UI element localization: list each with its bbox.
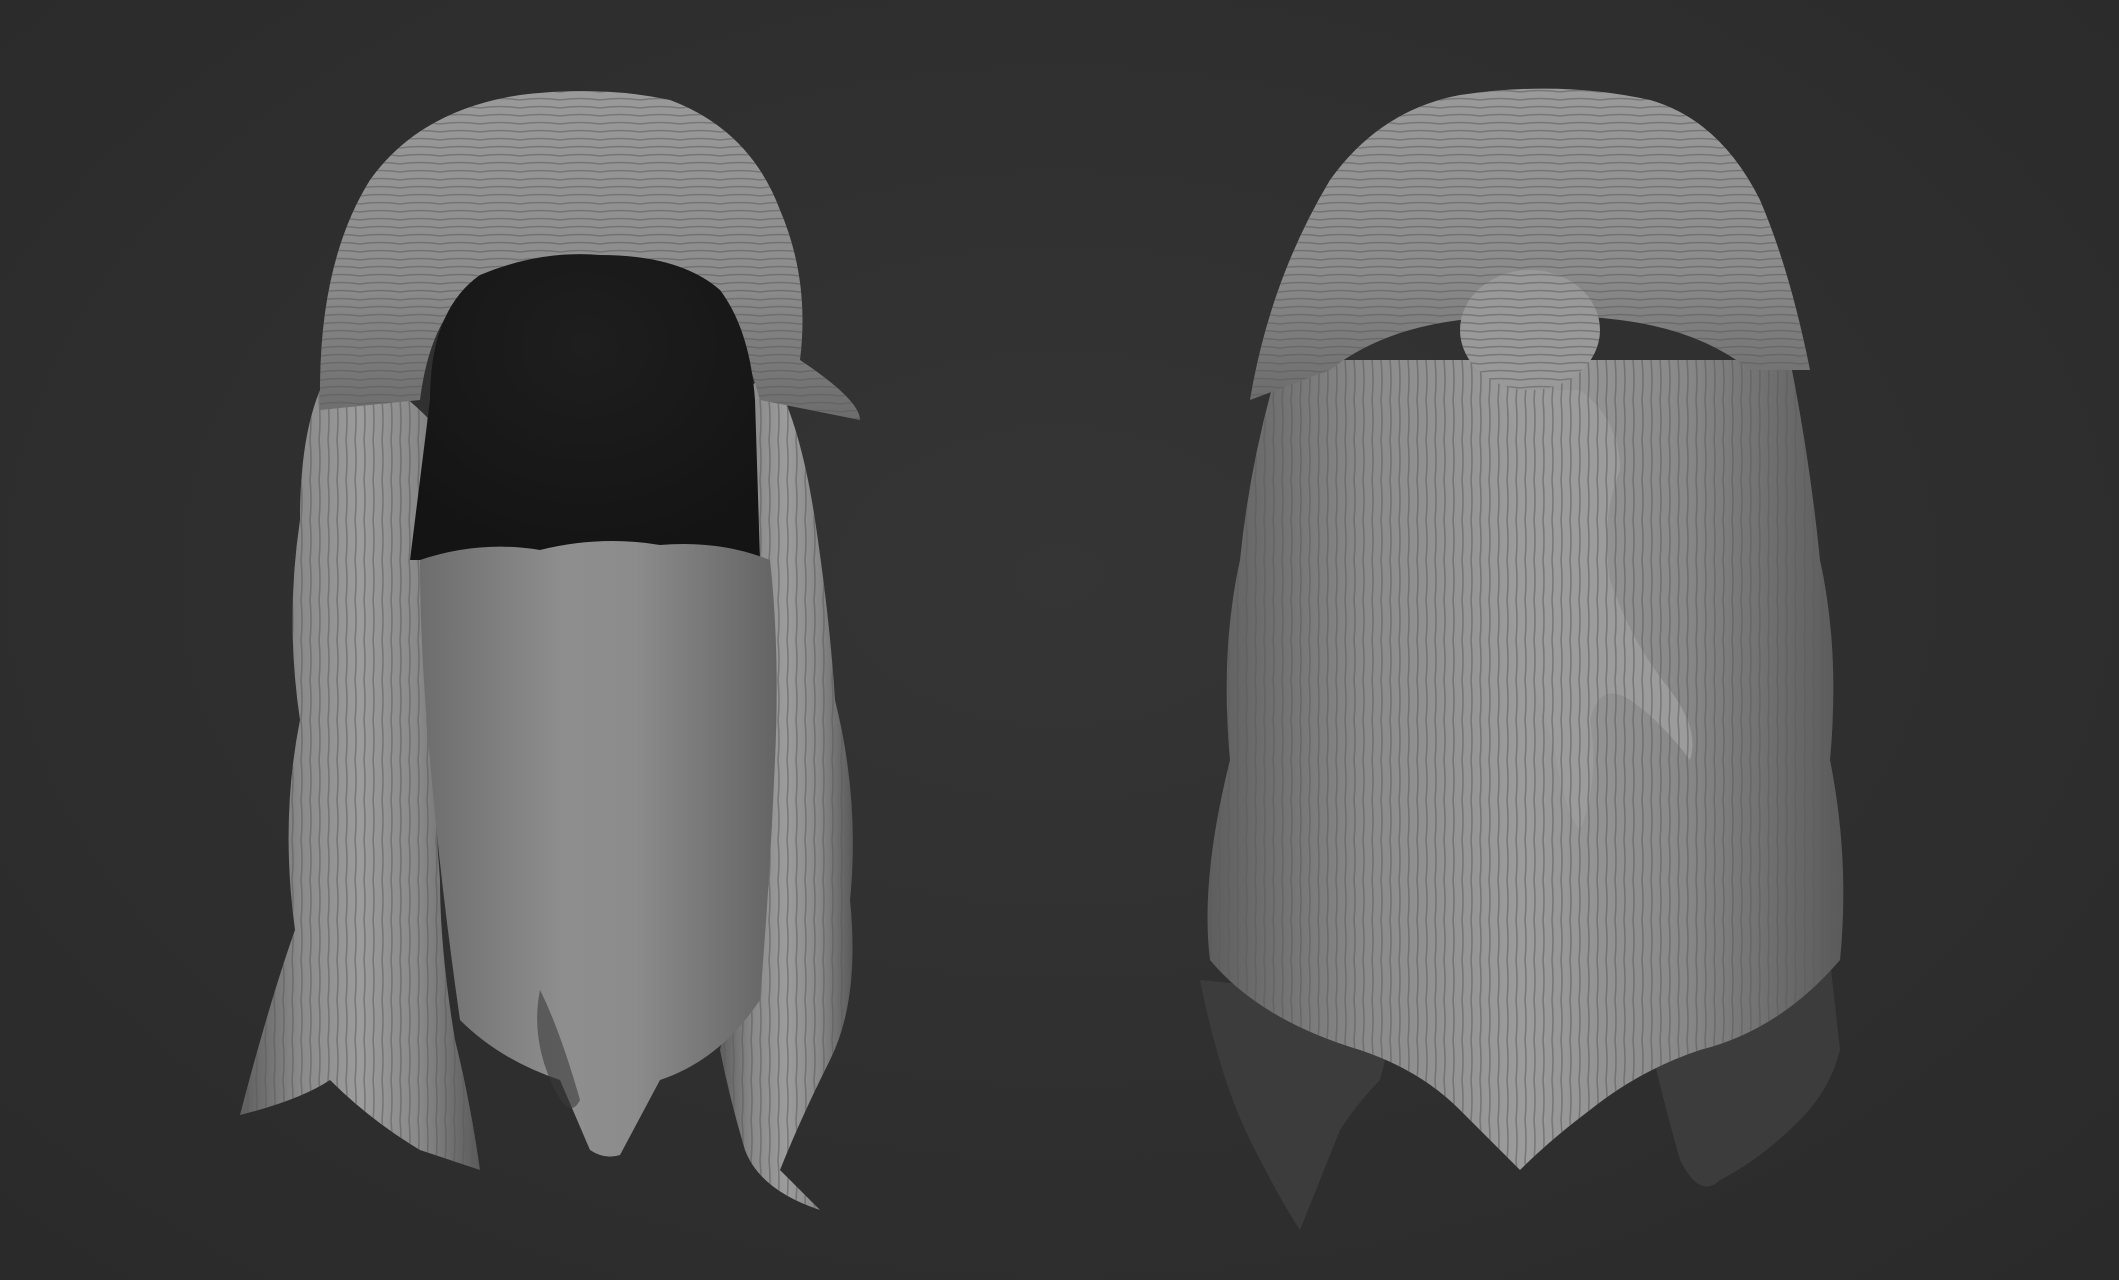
sculpt-render	[240, 88, 1844, 1230]
hair-back-view	[1200, 88, 1844, 1230]
hair-front-view	[240, 91, 860, 1210]
front-face-opening	[410, 254, 760, 560]
render-viewport	[0, 0, 2119, 1280]
